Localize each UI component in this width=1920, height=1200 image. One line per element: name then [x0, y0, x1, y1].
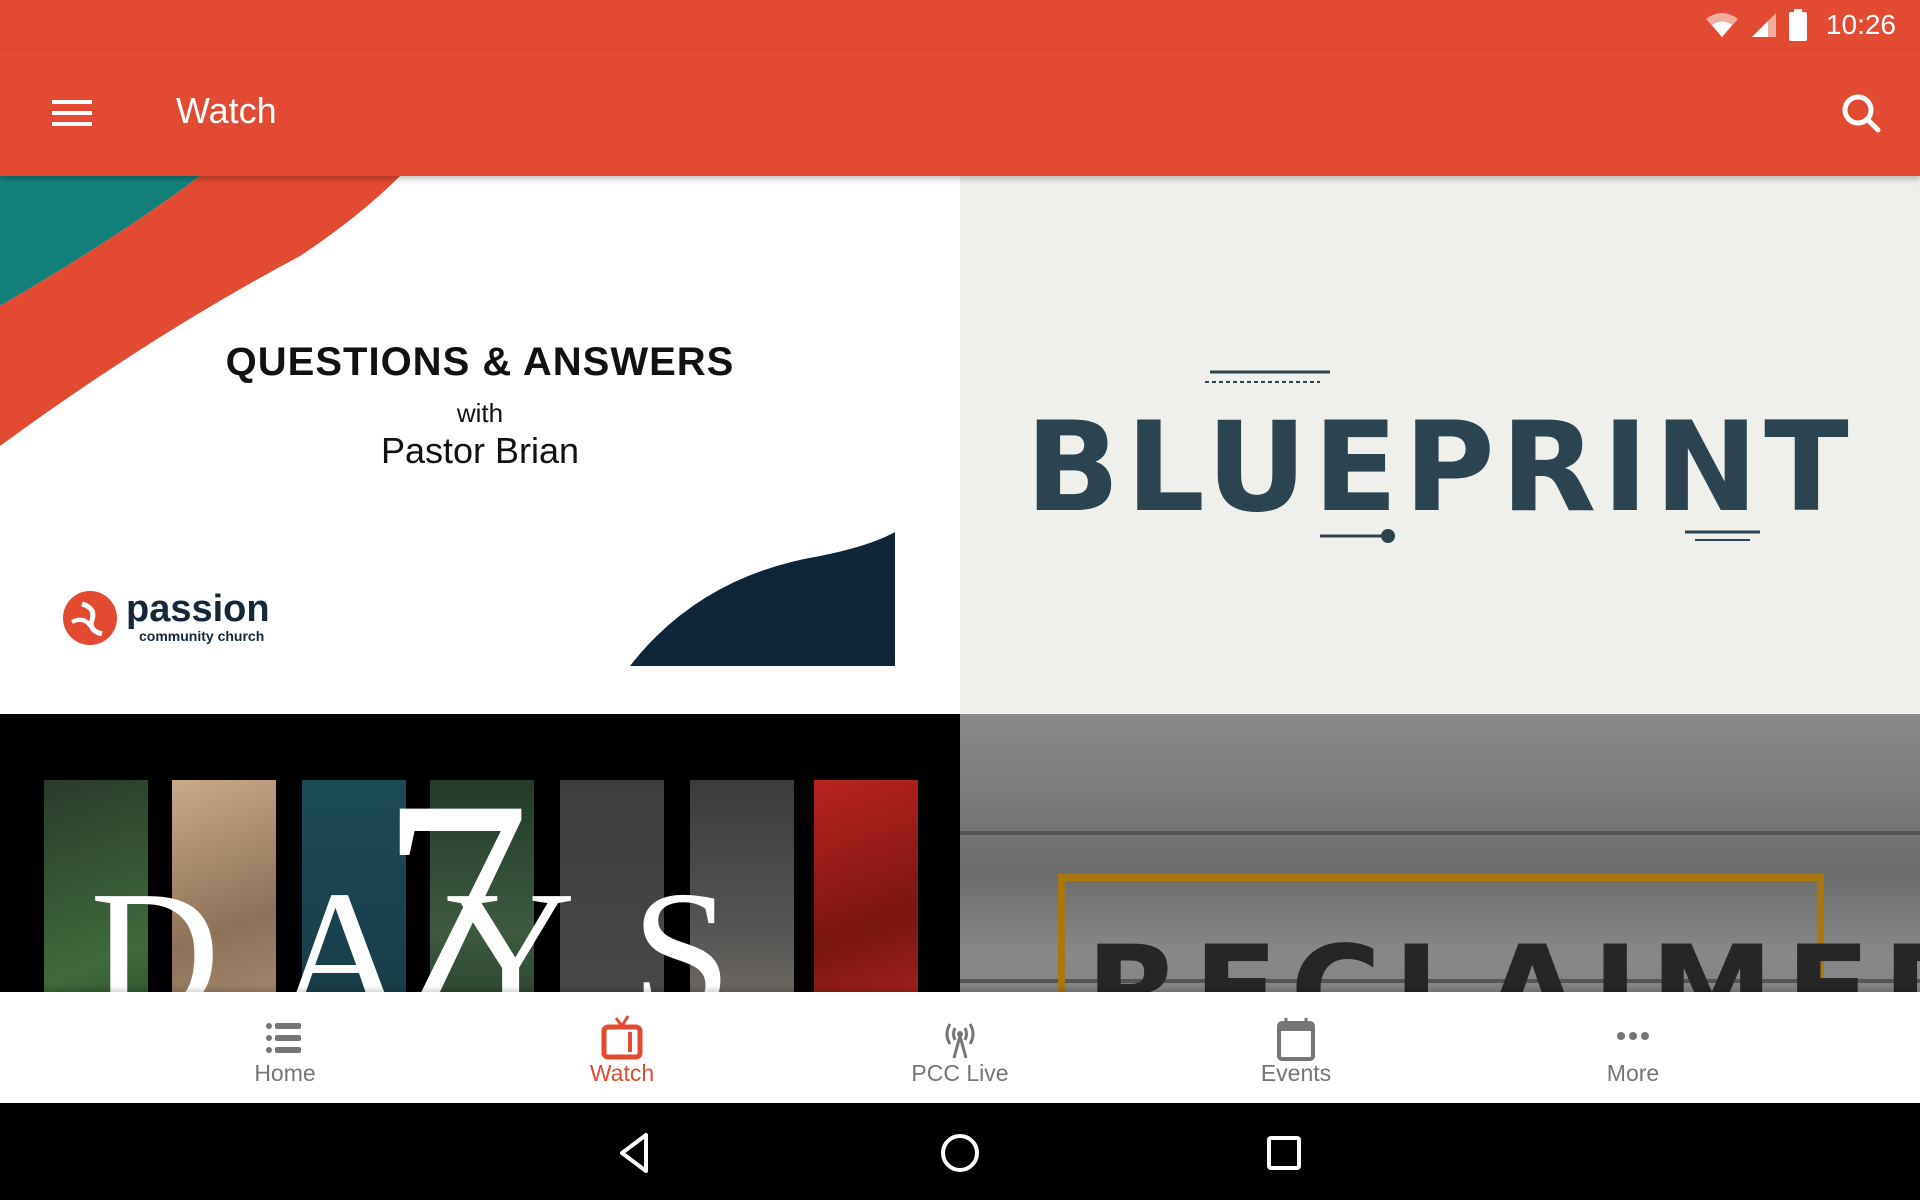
nav-item-events[interactable]: Events	[1196, 992, 1396, 1103]
series-tile-blueprint[interactable]: BLUEPRINT	[960, 176, 1920, 714]
passion-logo-icon	[63, 591, 117, 645]
system-navigation-bar	[0, 1103, 1920, 1200]
series-title: BLUEPRINT	[1025, 396, 1855, 540]
nav-item-more[interactable]: More	[1533, 992, 1733, 1103]
series-title-word: DAYS	[90, 854, 788, 993]
series-title: RECLAIMED	[1086, 920, 1920, 992]
nav-label: Events	[1260, 1060, 1332, 1086]
status-icons: 10:26	[1704, 8, 1896, 42]
search-icon	[1842, 94, 1881, 133]
nav-item-watch[interactable]: Watch	[522, 992, 722, 1103]
home-circle-icon	[941, 1134, 979, 1172]
more-horizontal-icon	[1617, 1032, 1649, 1040]
series-tile-7-days[interactable]: 7 DAYS	[0, 714, 960, 992]
battery-icon	[1788, 9, 1807, 41]
menu-button[interactable]	[40, 88, 104, 138]
app-toolbar: Watch	[0, 50, 1920, 176]
logo-name: passion	[126, 588, 270, 630]
broadcast-tower-icon	[945, 1023, 975, 1059]
tv-icon	[601, 1015, 643, 1060]
page-title: Watch	[176, 90, 277, 131]
nav-label: Watch	[589, 1060, 655, 1086]
image-strip	[814, 780, 918, 992]
wood-plank-seam	[960, 831, 1920, 835]
nav-item-pcc-live[interactable]: PCC Live	[860, 992, 1060, 1103]
clock: 10:26	[1825, 9, 1896, 40]
back-button[interactable]	[608, 1125, 664, 1181]
series-tile-questions-answers[interactable]: QUESTIONS & ANSWERS with Pastor Brian pa…	[0, 176, 960, 714]
series-subtitle-with: with	[456, 398, 504, 428]
nav-label: Home	[254, 1060, 316, 1086]
series-grid: QUESTIONS & ANSWERS with Pastor Brian pa…	[0, 176, 1920, 992]
calendar-icon	[1277, 1018, 1315, 1061]
logo-tagline: community church	[139, 628, 265, 644]
series-title: QUESTIONS & ANSWERS	[225, 340, 735, 384]
hamburger-menu-icon	[52, 100, 92, 126]
recents-square-icon	[1267, 1136, 1301, 1170]
bottom-navigation: Home Watch PCC Live Events More	[0, 992, 1920, 1103]
wifi-icon	[1705, 13, 1738, 37]
recents-button[interactable]	[1256, 1125, 1312, 1181]
home-button[interactable]	[932, 1125, 988, 1181]
series-tile-reclaimed[interactable]: RECLAIMED	[960, 714, 1920, 992]
nav-item-home[interactable]: Home	[185, 992, 385, 1103]
status-bar: 10:26	[0, 0, 1920, 50]
list-icon	[266, 1023, 301, 1053]
series-subtitle-name: Pastor Brian	[380, 430, 580, 471]
back-icon	[620, 1133, 648, 1173]
cellular-signal-icon	[1751, 13, 1776, 37]
search-button[interactable]	[1834, 86, 1890, 142]
nav-label: PCC Live	[911, 1060, 1009, 1086]
nav-label: More	[1606, 1060, 1660, 1086]
